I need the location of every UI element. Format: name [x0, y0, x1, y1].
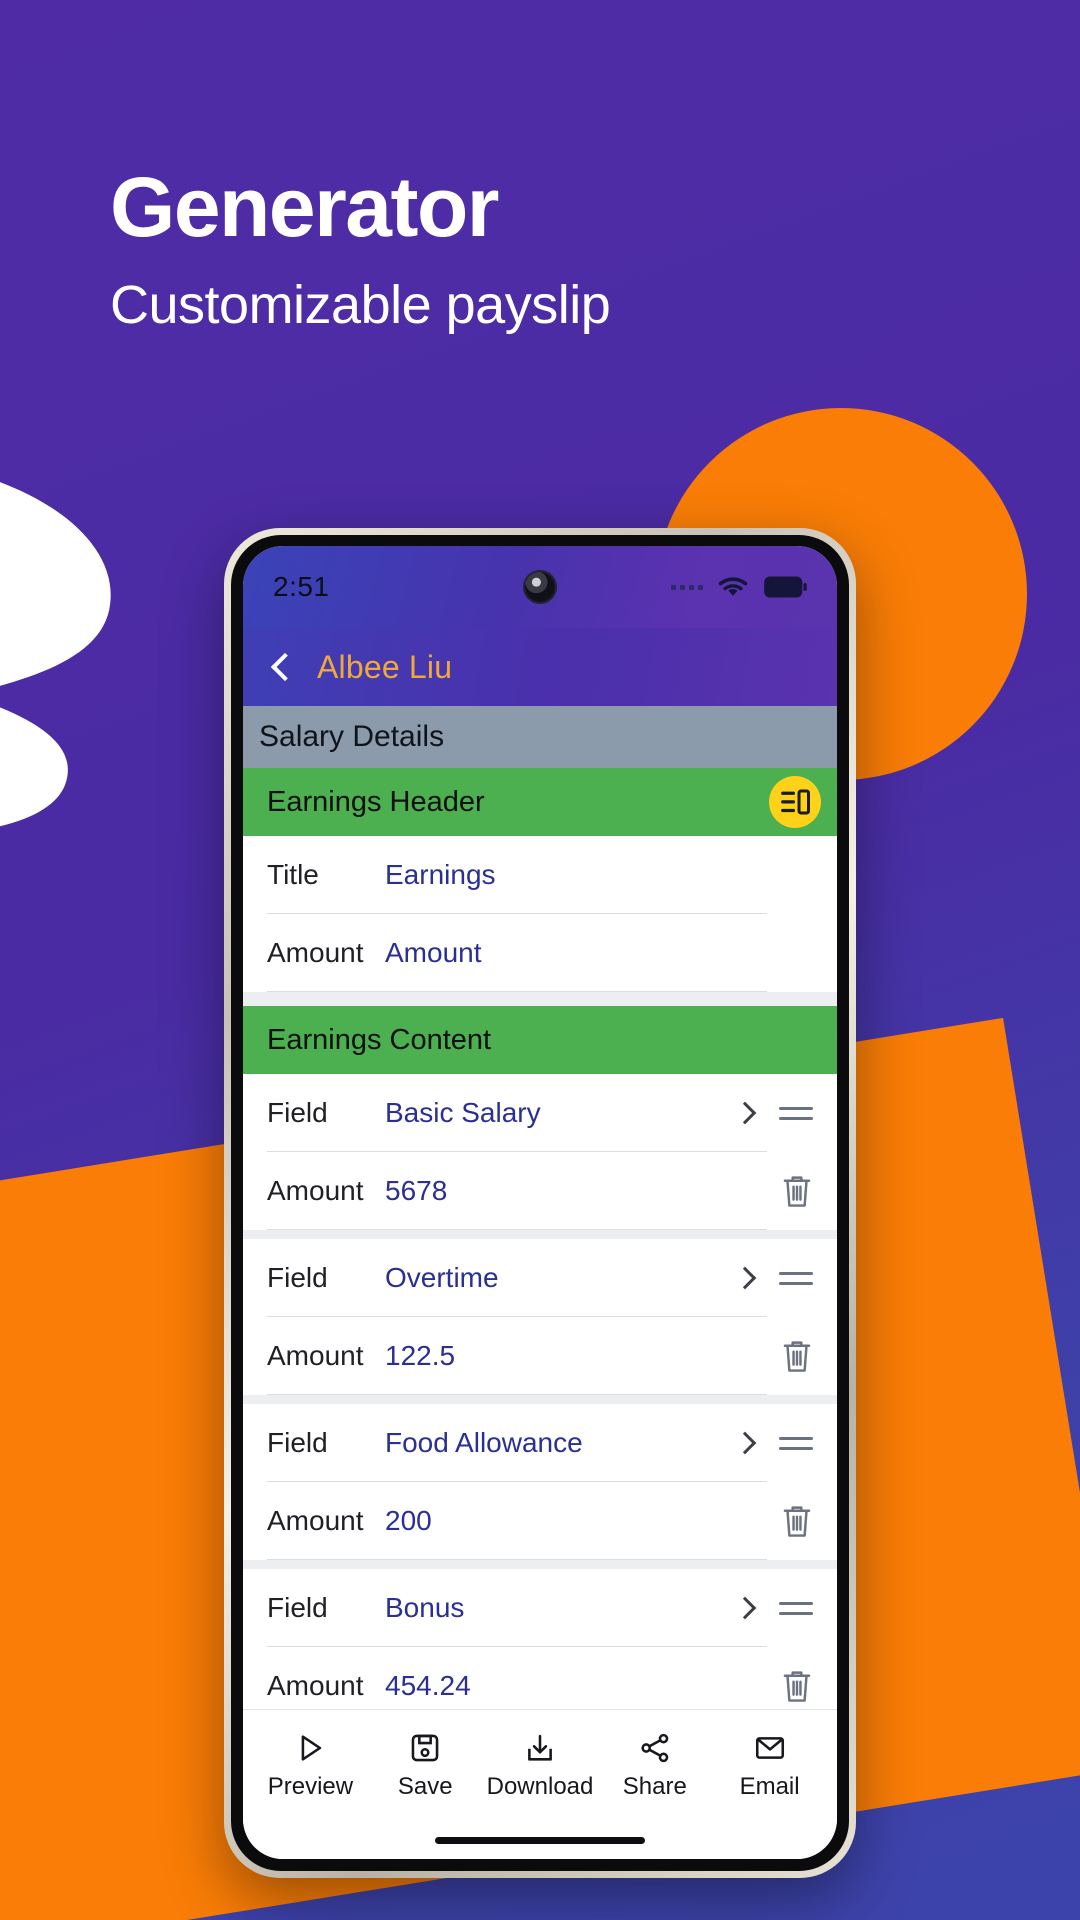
- field-value[interactable]: Amount: [385, 937, 482, 969]
- phone-bezel: 2:51 Albee Liu Salary Details Earnings H…: [231, 535, 849, 1871]
- bottom-toolbar: Preview Save Download Share Email: [243, 1709, 837, 1821]
- field-value[interactable]: Earnings: [385, 859, 496, 891]
- item-field-row[interactable]: Field Bonus: [243, 1569, 837, 1647]
- toolbar-button-download[interactable]: Download: [483, 1731, 598, 1801]
- item-amount-row[interactable]: Amount 200: [243, 1482, 837, 1560]
- item-spacer: [243, 1560, 837, 1569]
- toolbar-label: Share: [622, 1772, 687, 1800]
- play-icon: [302, 1734, 322, 1761]
- drag-handle-icon[interactable]: [779, 1601, 813, 1615]
- toolbar-button-preview[interactable]: Preview: [253, 1731, 368, 1801]
- amount-value[interactable]: 5678: [385, 1175, 447, 1207]
- earnings-item-row: Field Overtime Amount 122.5: [243, 1239, 837, 1395]
- item-field-row[interactable]: Field Basic Salary: [243, 1074, 837, 1152]
- field-label: Title: [267, 859, 319, 890]
- home-indicator: [243, 1821, 837, 1859]
- chevron-right-icon[interactable]: [733, 1101, 757, 1125]
- white-swoosh-decoration: [0, 482, 111, 827]
- toolbar-button-share[interactable]: Share: [597, 1731, 712, 1801]
- status-icons: [671, 574, 807, 600]
- tab-salary-details-label: Salary Details: [259, 720, 445, 753]
- card-spacer: [243, 992, 837, 1006]
- app-bar-title: Albee Liu: [317, 648, 453, 685]
- page-title: Generator: [110, 160, 499, 254]
- toolbar-label: Save: [397, 1772, 453, 1800]
- earnings-item-row: Field Bonus Amount 454.24: [243, 1569, 837, 1709]
- toolbar-button-save[interactable]: Save: [368, 1731, 483, 1801]
- input-underline: [267, 1229, 767, 1230]
- earnings-item-row: Field Food Allowance Amount 200: [243, 1404, 837, 1560]
- toolbar-label: Download: [486, 1772, 594, 1800]
- earnings-content-bar: Earnings Content: [243, 1006, 837, 1074]
- item-field-row[interactable]: Field Overtime: [243, 1239, 837, 1317]
- item-spacer: [243, 1230, 837, 1239]
- field-label: Field: [267, 1427, 328, 1458]
- amount-value[interactable]: 454.24: [385, 1670, 471, 1702]
- app-bar: Albee Liu: [243, 628, 837, 706]
- floppy-disk-icon: [411, 1734, 439, 1761]
- battery-icon: [764, 576, 807, 598]
- amount-label: Amount: [267, 1670, 364, 1701]
- page-subtitle: Customizable payslip: [110, 275, 611, 335]
- item-amount-row[interactable]: Amount 454.24: [243, 1647, 837, 1709]
- chevron-right-icon[interactable]: [733, 1596, 757, 1620]
- item-amount-row[interactable]: Amount 5678: [243, 1152, 837, 1230]
- field-label: Amount: [267, 937, 364, 968]
- layout-toggle-icon[interactable]: [769, 776, 821, 828]
- toolbar-label: Preview: [267, 1772, 354, 1800]
- amount-value[interactable]: 200: [385, 1505, 432, 1537]
- toolbar-label: Email: [739, 1772, 800, 1800]
- wifi-icon: [718, 577, 748, 596]
- status-bar: 2:51: [243, 546, 837, 628]
- share-nodes-icon: [641, 1733, 669, 1762]
- amount-label: Amount: [267, 1175, 364, 1206]
- back-chevron-icon[interactable]: [270, 652, 300, 682]
- earnings-header-title: Earnings Header: [267, 785, 485, 818]
- field-value[interactable]: Food Allowance: [385, 1427, 583, 1459]
- phone-mockup: 2:51 Albee Liu Salary Details Earnings H…: [224, 528, 856, 1878]
- input-underline: [267, 1394, 767, 1395]
- field-value[interactable]: Bonus: [385, 1592, 464, 1624]
- status-time: 2:51: [273, 571, 330, 602]
- download-icon: [528, 1734, 552, 1761]
- trash-icon[interactable]: [781, 1668, 813, 1704]
- earnings-header-bar: Earnings Header: [243, 768, 837, 836]
- amount-label: Amount: [267, 1340, 364, 1371]
- field-value[interactable]: Basic Salary: [385, 1097, 541, 1129]
- input-underline: [267, 991, 767, 992]
- toolbar-button-email[interactable]: Email: [712, 1731, 827, 1801]
- item-spacer: [243, 1395, 837, 1404]
- trash-icon[interactable]: [781, 1503, 813, 1539]
- chevron-right-icon[interactable]: [733, 1266, 757, 1290]
- form-row-title[interactable]: Title Earnings: [243, 836, 837, 914]
- trash-icon[interactable]: [781, 1173, 813, 1209]
- item-field-row[interactable]: Field Food Allowance: [243, 1404, 837, 1482]
- earnings-item-row: Field Basic Salary Amount 5678: [243, 1074, 837, 1230]
- input-underline: [267, 1559, 767, 1560]
- trash-icon[interactable]: [781, 1338, 813, 1374]
- earnings-content-title: Earnings Content: [267, 1023, 492, 1056]
- signal-dots-icon: [671, 584, 703, 590]
- field-label: Field: [267, 1262, 328, 1293]
- chevron-right-icon[interactable]: [733, 1431, 757, 1455]
- earnings-header-card: Earnings Header Title Earnings Amount Am…: [243, 768, 837, 992]
- form-scroll-area[interactable]: Earnings Header Title Earnings Amount Am…: [243, 768, 837, 1709]
- promo-text-block: Generator Customizable payslip: [110, 160, 611, 335]
- drag-handle-icon[interactable]: [779, 1106, 813, 1120]
- amount-label: Amount: [267, 1505, 364, 1536]
- item-amount-row[interactable]: Amount 122.5: [243, 1317, 837, 1395]
- phone-screen: 2:51 Albee Liu Salary Details Earnings H…: [243, 546, 837, 1859]
- field-value[interactable]: Overtime: [385, 1262, 499, 1294]
- drag-handle-icon[interactable]: [779, 1271, 813, 1285]
- drag-handle-icon[interactable]: [779, 1436, 813, 1450]
- earnings-content-card: Earnings Content: [243, 1006, 837, 1074]
- form-row-amount[interactable]: Amount Amount: [243, 914, 837, 992]
- field-label: Field: [267, 1097, 328, 1128]
- tab-salary-details[interactable]: Salary Details: [243, 706, 837, 768]
- front-camera-punchhole-icon: [525, 572, 555, 602]
- envelope-icon: [755, 1736, 784, 1759]
- amount-value[interactable]: 122.5: [385, 1340, 455, 1372]
- field-label: Field: [267, 1592, 328, 1623]
